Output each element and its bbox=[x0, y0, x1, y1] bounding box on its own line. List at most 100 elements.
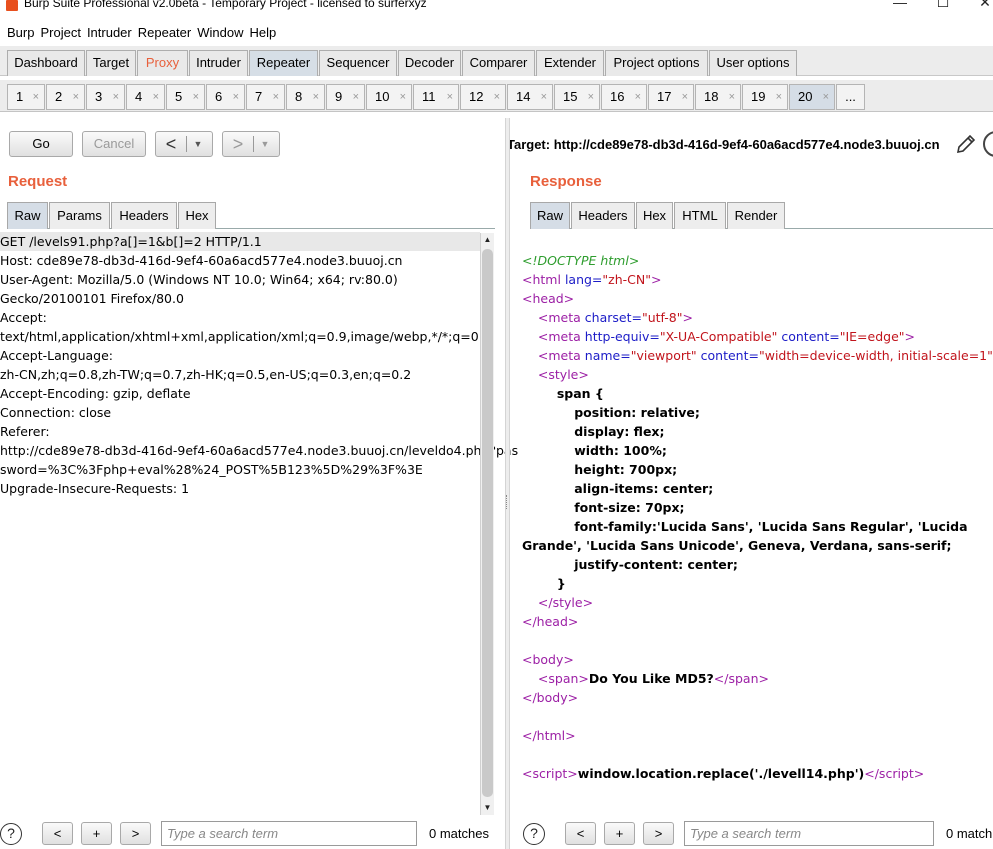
response-tab-headers[interactable]: Headers bbox=[571, 202, 635, 229]
tab-extender[interactable]: Extender bbox=[536, 50, 604, 76]
request-search-help-icon[interactable]: ? bbox=[0, 823, 22, 845]
response-editor[interactable]: <!DOCTYPE html> <html lang="zh-CN"> <hea… bbox=[522, 251, 993, 783]
minimize-button[interactable]: — bbox=[885, 0, 915, 10]
repeater-tab-5[interactable]: 5 × bbox=[166, 84, 205, 110]
repeater-tab-9[interactable]: 9 × bbox=[326, 84, 365, 110]
scrollbar-thumb[interactable] bbox=[482, 249, 493, 797]
close-tab-icon[interactable]: × bbox=[447, 85, 453, 109]
repeater-tab-12[interactable]: 12 × bbox=[460, 84, 506, 110]
repeater-tab-6[interactable]: 6 × bbox=[206, 84, 245, 110]
maximize-button[interactable]: ☐ bbox=[928, 0, 958, 11]
repeater-tab-4[interactable]: 4 × bbox=[126, 84, 165, 110]
close-tab-icon[interactable]: × bbox=[193, 85, 199, 109]
request-title: Request bbox=[8, 173, 68, 190]
scroll-up-icon[interactable]: ▲ bbox=[481, 233, 494, 247]
close-tab-icon[interactable]: × bbox=[776, 85, 782, 109]
edit-target-pencil-icon[interactable] bbox=[954, 132, 978, 156]
tab-intruder[interactable]: Intruder bbox=[189, 50, 248, 76]
response-tab-hex[interactable]: Hex bbox=[636, 202, 673, 229]
tab-decoder[interactable]: Decoder bbox=[398, 50, 461, 76]
response-tab-html[interactable]: HTML bbox=[674, 202, 726, 229]
request-search-add-button[interactable]: + bbox=[81, 822, 112, 845]
request-editor[interactable]: GET /levels91.php?a[]=1&b[]=2 HTTP/1.1 H… bbox=[0, 232, 519, 498]
scroll-down-icon[interactable]: ▼ bbox=[481, 801, 494, 815]
close-window-button[interactable]: ✕ bbox=[970, 0, 993, 11]
response-search-input[interactable] bbox=[684, 821, 934, 846]
repeater-tab-label: 16 bbox=[610, 89, 625, 104]
repeater-tab-label: 15 bbox=[563, 89, 578, 104]
close-tab-icon[interactable]: × bbox=[400, 85, 406, 109]
target-help-icon[interactable] bbox=[983, 131, 993, 157]
divider-grip-icon[interactable] bbox=[506, 495, 509, 509]
close-tab-icon[interactable]: × bbox=[494, 85, 500, 109]
menu-window[interactable]: Window bbox=[197, 25, 243, 40]
request-scrollbar[interactable]: ▲ ▼ bbox=[480, 233, 494, 815]
menu-burp[interactable]: Burp bbox=[7, 25, 34, 40]
menu-project[interactable]: Project bbox=[40, 25, 80, 40]
repeater-tab-20[interactable]: 20 × bbox=[789, 84, 835, 110]
repeater-tab-19[interactable]: 19 × bbox=[742, 84, 788, 110]
menu-help[interactable]: Help bbox=[249, 25, 276, 40]
response-tab-raw[interactable]: Raw bbox=[530, 202, 570, 229]
repeater-tab-8[interactable]: 8 × bbox=[286, 84, 325, 110]
repeater-tab-18[interactable]: 18 × bbox=[695, 84, 741, 110]
more-tabs-button[interactable]: ... bbox=[836, 84, 865, 110]
tab-project-options[interactable]: Project options bbox=[605, 50, 708, 76]
menu-bar: Burp Project Intruder Repeater Window He… bbox=[0, 20, 993, 44]
close-tab-icon[interactable]: × bbox=[635, 85, 641, 109]
back-button[interactable]: < ▼ bbox=[155, 131, 213, 157]
response-search-help-icon[interactable]: ? bbox=[523, 823, 545, 845]
repeater-tab-11[interactable]: 11 × bbox=[413, 84, 459, 110]
tab-repeater[interactable]: Repeater bbox=[249, 50, 318, 76]
request-search-next-button[interactable]: > bbox=[120, 822, 151, 845]
go-button[interactable]: Go bbox=[9, 131, 73, 157]
repeater-tab-16[interactable]: 16 × bbox=[601, 84, 647, 110]
menu-repeater[interactable]: Repeater bbox=[138, 25, 191, 40]
request-tab-headers[interactable]: Headers bbox=[111, 202, 177, 229]
repeater-tab-3[interactable]: 3 × bbox=[86, 84, 125, 110]
repeater-tab-label: 19 bbox=[751, 89, 766, 104]
request-tab-raw[interactable]: Raw bbox=[7, 202, 48, 229]
close-tab-icon[interactable]: × bbox=[233, 85, 239, 109]
response-search-add-button[interactable]: + bbox=[604, 822, 635, 845]
forward-button[interactable]: > ▼ bbox=[222, 131, 280, 157]
close-tab-icon[interactable]: × bbox=[273, 85, 279, 109]
close-tab-icon[interactable]: × bbox=[33, 85, 39, 109]
close-tab-icon[interactable]: × bbox=[823, 85, 829, 109]
tab-target[interactable]: Target bbox=[86, 50, 136, 76]
request-search-input[interactable] bbox=[161, 821, 417, 846]
cancel-button[interactable]: Cancel bbox=[82, 131, 146, 157]
close-tab-icon[interactable]: × bbox=[541, 85, 547, 109]
request-tab-params[interactable]: Params bbox=[49, 202, 110, 229]
close-tab-icon[interactable]: × bbox=[73, 85, 79, 109]
close-tab-icon[interactable]: × bbox=[313, 85, 319, 109]
close-tab-icon[interactable]: × bbox=[588, 85, 594, 109]
close-tab-icon[interactable]: × bbox=[353, 85, 359, 109]
tab-dashboard[interactable]: Dashboard bbox=[7, 50, 85, 76]
repeater-tab-17[interactable]: 17 × bbox=[648, 84, 694, 110]
request-line: http://cde89e78-db3d-416d-9ef4-60a6acd57… bbox=[0, 443, 519, 458]
repeater-tab-1[interactable]: 1 × bbox=[7, 84, 45, 110]
repeater-tab-2[interactable]: 2 × bbox=[46, 84, 85, 110]
request-tab-hex[interactable]: Hex bbox=[178, 202, 216, 229]
request-line: Accept-Language: bbox=[0, 348, 114, 363]
response-search-prev-button[interactable]: < bbox=[565, 822, 596, 845]
tab-proxy[interactable]: Proxy bbox=[137, 50, 188, 76]
tab-comparer[interactable]: Comparer bbox=[462, 50, 535, 76]
close-tab-icon[interactable]: × bbox=[153, 85, 159, 109]
response-search-next-button[interactable]: > bbox=[643, 822, 674, 845]
repeater-tab-10[interactable]: 10 × bbox=[366, 84, 412, 110]
split-pane-divider[interactable] bbox=[505, 118, 510, 849]
menu-intruder[interactable]: Intruder bbox=[87, 25, 132, 40]
close-tab-icon[interactable]: × bbox=[113, 85, 119, 109]
repeater-tab-7[interactable]: 7 × bbox=[246, 84, 285, 110]
tab-sequencer[interactable]: Sequencer bbox=[319, 50, 397, 76]
close-tab-icon[interactable]: × bbox=[729, 85, 735, 109]
response-tab-render[interactable]: Render bbox=[727, 202, 785, 229]
repeater-tab-15[interactable]: 15 × bbox=[554, 84, 600, 110]
tab-user-options[interactable]: User options bbox=[709, 50, 797, 76]
dropdown-icon: ▼ bbox=[193, 139, 203, 149]
close-tab-icon[interactable]: × bbox=[682, 85, 688, 109]
request-search-prev-button[interactable]: < bbox=[42, 822, 73, 845]
repeater-tab-14[interactable]: 14 × bbox=[507, 84, 553, 110]
